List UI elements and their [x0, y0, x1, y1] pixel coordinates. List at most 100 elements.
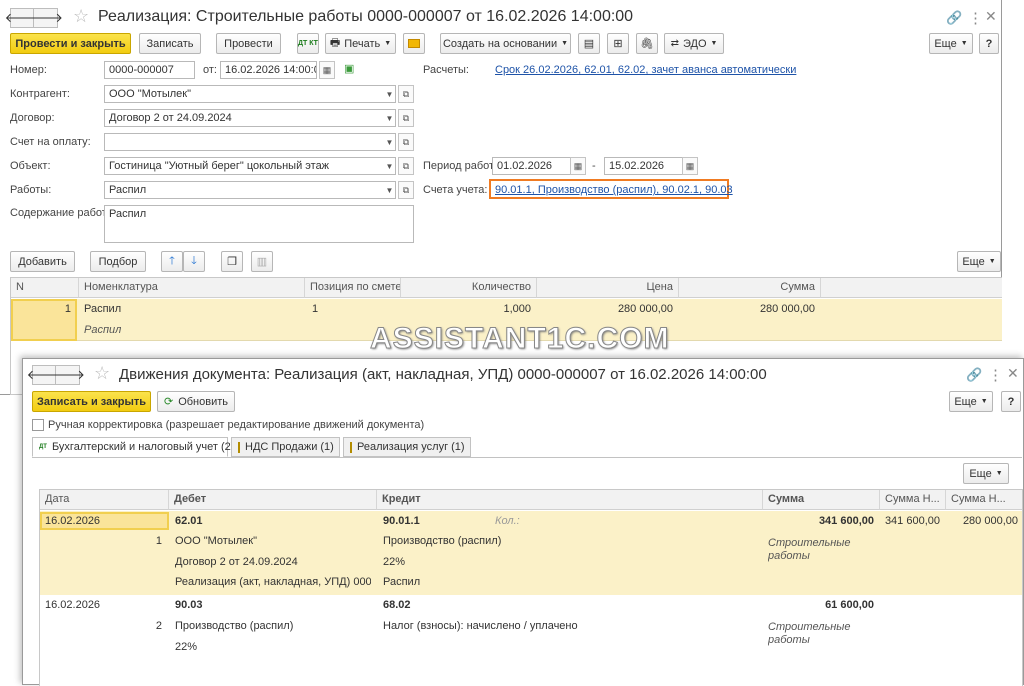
column-header-position[interactable]: Позиция по смете: [305, 278, 401, 298]
email-icon[interactable]: [403, 33, 425, 54]
column-header-sum[interactable]: Сумма: [763, 490, 880, 510]
open-icon[interactable]: ⧉: [398, 157, 414, 175]
calendar-icon[interactable]: ▦: [682, 157, 698, 175]
more-button[interactable]: Еще ▼: [949, 391, 993, 412]
numbering-icon[interactable]: ▣: [344, 62, 354, 75]
number-label: Номер:: [10, 64, 47, 76]
tab-accounting[interactable]: ДТ Бухгалтерский и налоговый учет (2): [32, 437, 234, 457]
row-qty: 1,000: [503, 303, 531, 315]
accounts-link[interactable]: 90.01.1, Производство (распил), 90.02.1,…: [495, 184, 733, 196]
calendar-icon[interactable]: ▦: [570, 157, 586, 175]
date-field[interactable]: 16.02.2026 14:00:00: [220, 61, 317, 79]
column-header-date[interactable]: Дата: [40, 490, 169, 510]
calendar-icon[interactable]: ▦: [319, 61, 335, 79]
number-field[interactable]: 0000-000007: [104, 61, 195, 79]
row-number: 1: [155, 535, 162, 547]
contract-field[interactable]: Договор 2 от 24.09.2024: [104, 109, 396, 127]
more-button[interactable]: Еще ▼: [929, 33, 973, 54]
table-more-label: Еще: [962, 255, 985, 268]
column-header-sum-n1[interactable]: Сумма Н...: [880, 490, 946, 510]
close-icon[interactable]: ✕: [985, 8, 997, 25]
column-header-sum-n2[interactable]: Сумма Н...: [946, 490, 1022, 510]
attachment-icon[interactable]: 🖇: [636, 33, 658, 54]
manual-correction-checkbox[interactable]: [32, 419, 44, 431]
content-textarea[interactable]: Распил: [104, 205, 414, 243]
move-down-icon[interactable]: 🡓: [183, 251, 205, 272]
row-sum-n2: 280 000,00: [962, 515, 1018, 527]
column-header-credit[interactable]: Кредит: [377, 490, 763, 510]
column-header-n[interactable]: N: [11, 278, 79, 298]
row-credit-sub: Налог (взносы): начислено / уплачено: [383, 620, 578, 632]
row-credit: 90.01.1: [383, 515, 420, 527]
open-icon[interactable]: ⧉: [398, 181, 414, 199]
copy-icon[interactable]: ❐: [221, 251, 243, 272]
table-row[interactable]: 16.02.2026 2 90.03 Производство (распил)…: [40, 595, 1022, 665]
period-from-field[interactable]: 01.02.2026: [492, 157, 571, 175]
period-dash: -: [592, 160, 596, 172]
edo-label: ЭДО: [682, 37, 707, 50]
refresh-button[interactable]: ⟳ Обновить: [157, 391, 235, 412]
move-up-icon[interactable]: 🡑: [161, 251, 183, 272]
movements-window: 🡐 🡒 ☆ Движения документа: Реализация (ак…: [22, 358, 1024, 686]
tab-services[interactable]: Реализация услуг (1): [343, 437, 471, 457]
column-header-sum[interactable]: Сумма: [679, 278, 821, 298]
object-field[interactable]: Гостиница "Уютный берег" цокольный этаж: [104, 157, 396, 175]
column-header-debit[interactable]: Дебет: [169, 490, 377, 510]
favorite-star-icon[interactable]: ☆: [73, 6, 89, 27]
column-header-qty[interactable]: Количество: [401, 278, 537, 298]
save-button[interactable]: Записать: [139, 33, 201, 54]
report-icon[interactable]: ▤: [578, 33, 600, 54]
create-based-on-button[interactable]: Создать на основании ▼: [440, 33, 571, 54]
row-debit-sub: Договор 2 от 24.09.2024: [175, 556, 298, 568]
works-field[interactable]: Распил: [104, 181, 396, 199]
link-icon[interactable]: 🔗: [946, 10, 962, 26]
add-button[interactable]: Добавить: [10, 251, 75, 272]
column-header-empty: [821, 278, 1002, 298]
calculations-link[interactable]: Срок 26.02.2026, 62.01, 62.02, зачет ава…: [495, 64, 796, 76]
table-row[interactable]: 16.02.2026 1 62.01 ООО "Мотылек" Договор…: [40, 511, 1022, 595]
column-header-item[interactable]: Номенклатура: [79, 278, 305, 298]
open-icon[interactable]: ⧉: [398, 133, 414, 151]
open-icon[interactable]: ⧉: [398, 85, 414, 103]
grid-more-label: Еще: [969, 467, 992, 480]
chevron-down-icon: ▼: [710, 40, 718, 47]
forward-arrow-icon[interactable]: 🡒: [28, 8, 63, 28]
dt-kt-icon: ДТ: [39, 444, 47, 450]
link-icon[interactable]: 🔗: [966, 367, 982, 383]
more-vert-icon[interactable]: ⋮: [988, 366, 1003, 384]
table-more-button[interactable]: Еще ▼: [957, 251, 1001, 272]
print-label: Печать: [344, 37, 381, 50]
help-button[interactable]: ?: [979, 33, 999, 54]
chevron-down-icon: ▼: [980, 398, 988, 405]
period-to-field[interactable]: 15.02.2026: [604, 157, 683, 175]
chevron-down-icon[interactable]: ▼: [383, 181, 396, 199]
open-icon[interactable]: ⧉: [398, 109, 414, 127]
manual-correction-label: Ручная корректировка (разрешает редактир…: [48, 419, 425, 431]
structure-icon[interactable]: ⊞: [607, 33, 629, 54]
paste-icon[interactable]: ▥: [251, 251, 273, 272]
more-vert-icon[interactable]: ⋮: [968, 9, 983, 27]
chevron-down-icon[interactable]: ▼: [383, 157, 396, 175]
edo-button[interactable]: ⇄ ЭДО ▼: [664, 33, 724, 54]
forward-arrow-icon[interactable]: 🡒: [50, 365, 85, 385]
pick-button[interactable]: Подбор: [90, 251, 146, 272]
print-button[interactable]: 🖶 Печать ▼: [325, 33, 396, 54]
help-button[interactable]: ?: [1001, 391, 1021, 412]
close-icon[interactable]: ✕: [1007, 365, 1019, 382]
counterparty-field[interactable]: ООО "Мотылек": [104, 85, 396, 103]
chevron-down-icon[interactable]: ▼: [383, 133, 396, 151]
column-header-price[interactable]: Цена: [537, 278, 679, 298]
chevron-down-icon[interactable]: ▼: [383, 109, 396, 127]
row-number: 1: [64, 303, 71, 315]
dt-kt-icon[interactable]: ДТ КТ: [297, 33, 319, 54]
row-sum: 61 600,00: [825, 599, 874, 611]
row-content: Строительные работы: [768, 537, 851, 562]
post-button[interactable]: Провести: [216, 33, 281, 54]
grid-more-button[interactable]: Еще ▼: [963, 463, 1009, 484]
invoice-field[interactable]: [104, 133, 396, 151]
chevron-down-icon[interactable]: ▼: [383, 85, 396, 103]
tab-vat-sales[interactable]: НДС Продажи (1): [231, 437, 340, 457]
save-and-close-button[interactable]: Записать и закрыть: [32, 391, 151, 412]
post-and-close-button[interactable]: Провести и закрыть: [10, 33, 131, 54]
favorite-star-icon[interactable]: ☆: [94, 363, 110, 384]
